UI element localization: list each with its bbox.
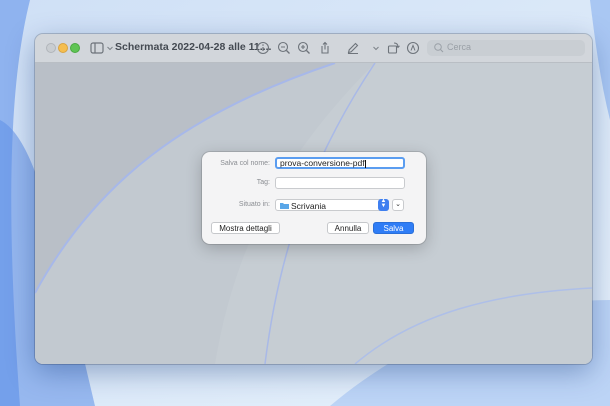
zoom-in-icon[interactable] [296, 40, 312, 56]
zoom-out-icon[interactable] [276, 40, 292, 56]
minimize-window-button[interactable] [58, 43, 68, 53]
folder-icon [280, 203, 289, 209]
title-bar: Schermata 2022-04-28 alle 11.... Cerca [35, 34, 592, 63]
close-window-button[interactable] [46, 43, 56, 53]
filename-value: prova-conversione-pdf [280, 158, 365, 168]
save-as-label: Salva col nome: [220, 160, 270, 167]
search-icon [434, 43, 444, 53]
zoom-window-button[interactable] [70, 43, 80, 53]
location-value: Scrivania [291, 201, 326, 211]
share-icon[interactable] [317, 40, 333, 56]
location-popup[interactable]: Scrivania ▲ ▼ [275, 198, 389, 211]
save-dialog: Salva col nome: prova-conversione-pdf Ta… [202, 152, 426, 244]
document-title: Schermata 2022-04-28 alle 11.... [115, 41, 272, 53]
search-field[interactable]: Cerca [427, 40, 585, 56]
info-icon[interactable] [255, 40, 271, 56]
tags-label: Tag: [256, 179, 270, 186]
save-button[interactable]: Salva [373, 222, 414, 234]
cancel-button[interactable]: Annulla [327, 222, 369, 234]
markup-chevron-down-icon[interactable] [368, 40, 379, 56]
markup-pen-icon[interactable] [345, 40, 361, 56]
show-details-button[interactable]: Mostra dettagli [211, 222, 280, 234]
text-cursor [364, 159, 366, 168]
filename-field[interactable]: prova-conversione-pdf [275, 157, 405, 169]
updown-chevron-icon: ▲ ▼ [378, 198, 389, 211]
search-placeholder: Cerca [447, 42, 472, 52]
location-label: Situato in: [238, 201, 270, 208]
rotate-icon[interactable] [385, 40, 401, 56]
expand-dialog-button[interactable]: ⌄ [392, 199, 404, 211]
chevron-down-icon[interactable] [102, 40, 113, 56]
annotate-icon[interactable] [405, 40, 421, 56]
tags-field[interactable] [275, 177, 405, 189]
